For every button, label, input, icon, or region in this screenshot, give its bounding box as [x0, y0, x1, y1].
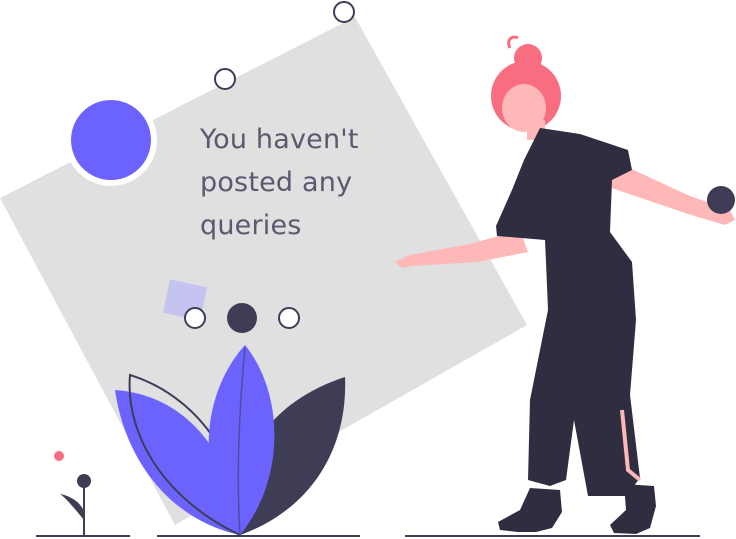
empty-state-message-line-3: queries: [200, 210, 302, 241]
empty-state-message-line-1: You haven't: [200, 124, 359, 155]
dot-middle: [227, 303, 257, 333]
empty-state-message-line-2: posted any: [200, 167, 353, 198]
dot-left: [184, 307, 206, 329]
empty-state-illustration: [0, 1, 735, 537]
dot-right: [278, 307, 300, 329]
ring-top-middle: [214, 68, 236, 90]
sprout-plant: [54, 451, 91, 535]
accent-circle: [71, 100, 151, 180]
ring-top-right: [333, 1, 355, 23]
empty-state-message: You haven't posted any queries: [200, 118, 400, 247]
